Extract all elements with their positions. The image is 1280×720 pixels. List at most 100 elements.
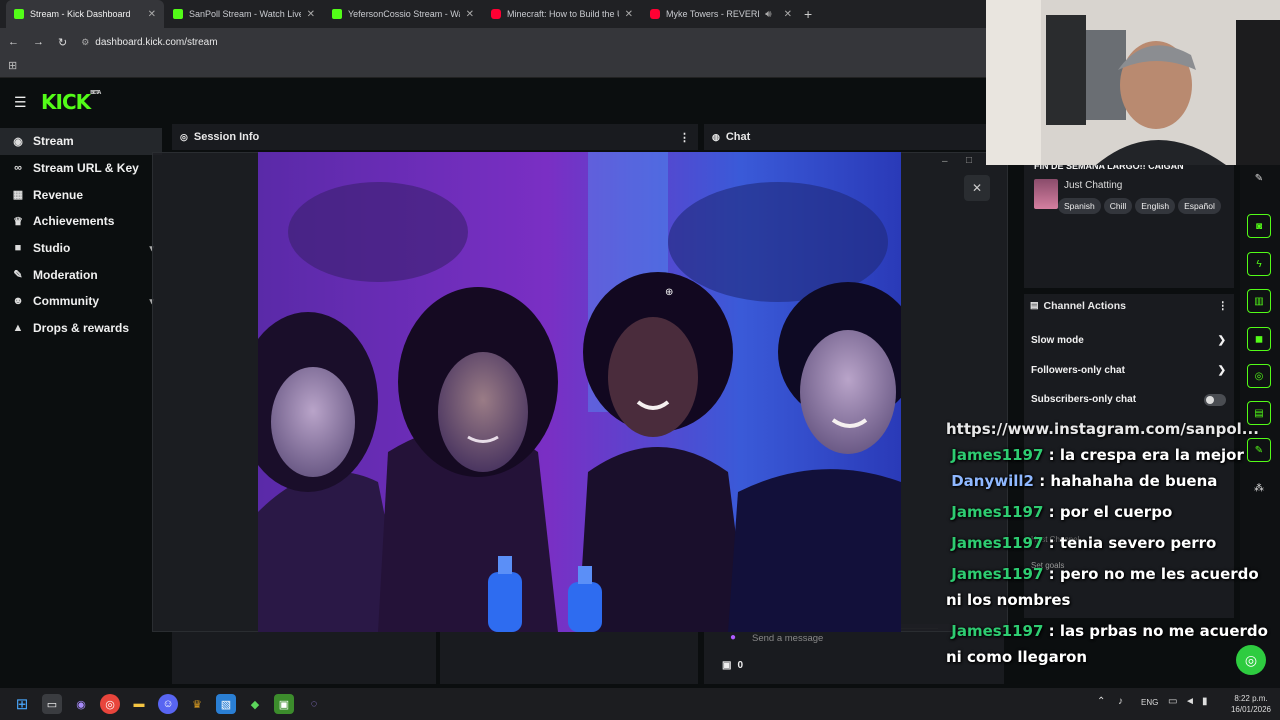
input-placeholder: Send a message <box>752 633 824 644</box>
kick-icon <box>173 9 183 19</box>
sidebar-item-label: Stream <box>33 134 74 149</box>
tag-chip[interactable]: Español <box>1178 198 1221 214</box>
subscribers-only-row[interactable]: Subscribers-only chat <box>1024 385 1234 415</box>
more-options-icon[interactable]: ⋮ <box>679 131 690 144</box>
emote-icon[interactable]: ● <box>730 632 736 643</box>
speaker-icon[interactable]: 🔊︎ <box>765 9 771 20</box>
wrench-icon: ✎ <box>13 269 23 282</box>
tab-title: Myke Towers - REVERENDO <box>666 9 759 19</box>
record-icon[interactable]: ◙ <box>1247 214 1271 238</box>
chat-message: James1197 : las prbas no me acuerdo ni c… <box>946 618 1276 670</box>
channel-actions-icon: ▤ <box>1030 300 1039 310</box>
close-tab-icon[interactable]: ✕ <box>466 9 474 20</box>
sidebar-item-studio[interactable]: ■Studio▾ <box>0 235 162 262</box>
language-indicator[interactable]: ENG <box>1141 698 1158 707</box>
clipboard-icon[interactable]: ▥ <box>1247 289 1271 313</box>
slow-mode-row[interactable]: Slow mode ❯ <box>1024 326 1234 356</box>
maximize-icon[interactable]: □ <box>966 155 972 166</box>
tab-myke-towers[interactable]: Myke Towers - REVERENDO 🔊︎ ✕ <box>642 0 800 28</box>
sidebar-nav: ◉ Stream ∞ Stream URL & Key ▦ Revenue ♛ Achi… <box>0 128 162 342</box>
tag-chip[interactable]: Chill <box>1103 198 1133 214</box>
minimize-icon[interactable]: – <box>942 156 948 167</box>
app-icon[interactable]: ◌ <box>304 694 324 714</box>
sidebar-item-achievements[interactable]: ♛ Achievements <box>0 208 162 235</box>
tab-kick-dashboard[interactable]: Stream - Kick Dashboard ✕ <box>6 0 164 28</box>
file-explorer-icon[interactable]: ▬ <box>129 694 149 714</box>
sidebar-item-stream[interactable]: ◉ Stream <box>0 128 162 155</box>
chat-icon[interactable]: ◼ <box>1247 327 1271 351</box>
sidebar-item-community[interactable]: ☻Community▾ <box>0 288 162 315</box>
close-tab-icon[interactable]: ✕ <box>307 9 315 20</box>
tray-expand-icon[interactable]: ⌃ <box>1097 696 1105 707</box>
youtube-icon <box>491 9 501 19</box>
sidebar-item-label: Studio <box>33 241 71 256</box>
sidebar-item-label: Stream URL & Key <box>33 161 139 176</box>
close-tab-icon[interactable]: ✕ <box>625 9 633 20</box>
forward-icon[interactable]: → <box>33 36 44 48</box>
url-field[interactable]: dashboard.kick.com/stream <box>95 37 217 48</box>
sidebar-item-drops-rewards[interactable]: ▲ Drops & rewards <box>0 315 162 342</box>
tag-chip[interactable]: Spanish <box>1058 198 1101 214</box>
session-stat-card <box>440 632 698 684</box>
followers-only-row[interactable]: Followers-only chat ❯ <box>1024 356 1234 386</box>
session-info-panel: ◎ Session Info ⋮ <box>172 124 698 150</box>
apps-grid-icon[interactable]: ⊞ <box>8 59 17 72</box>
chat-message: James1197 : tenia severo perro <box>946 530 1276 556</box>
chat-username: James1197 <box>951 622 1044 640</box>
app-icon[interactable]: ♛ <box>187 694 207 714</box>
clock[interactable]: 8:22 p.m. 16/01/2026 <box>1226 693 1276 715</box>
lightning-icon[interactable]: ϟ <box>1247 252 1271 276</box>
tag-list: Spanish Chill English Español <box>1058 196 1224 214</box>
windows-start-icon[interactable]: ⊞ <box>12 694 32 714</box>
minecraft-icon[interactable]: ◆ <box>245 694 265 714</box>
sidebar-item-label: Drops & rewards <box>33 321 130 336</box>
edit-icon[interactable]: ✎ <box>1247 166 1271 190</box>
app-icon[interactable]: ▧ <box>216 694 236 714</box>
close-tab-icon[interactable]: ✕ <box>784 9 792 20</box>
tab-sanpoll[interactable]: SanPoll Stream - Watch Live on ✕ <box>165 0 323 28</box>
close-tab-icon[interactable]: ✕ <box>148 9 156 20</box>
volume-icon[interactable]: ◄ <box>1185 696 1195 707</box>
sidebar-item-moderation[interactable]: ✎ Moderation <box>0 261 162 288</box>
network-icon[interactable]: ▭ <box>1168 696 1177 707</box>
zoom-cursor-icon: ⊕ <box>665 287 674 298</box>
kick-logo[interactable]: KICKBETA <box>41 90 101 114</box>
app-icon[interactable]: ▣ <box>274 694 294 714</box>
tab-yefersoncossio[interactable]: YefersonCossio Stream - Watch ✕ <box>324 0 482 28</box>
chat-username: James1197 <box>951 565 1044 583</box>
group-photo <box>258 152 901 632</box>
discord-icon[interactable]: ☺ <box>158 694 178 714</box>
back-icon[interactable]: ← <box>8 36 19 48</box>
chat-bubble-icon[interactable]: ◎ <box>1236 645 1266 675</box>
tab-minecraft[interactable]: Minecraft: How to Build the Ul ✕ <box>483 0 641 28</box>
sidebar-item-label: Revenue <box>33 187 84 202</box>
sidebar-item-stream-url-key[interactable]: ∞ Stream URL & Key <box>0 155 162 182</box>
close-viewer-icon[interactable]: ✕ <box>964 175 990 201</box>
channel-actions-list: Slow mode ❯ Followers-only chat ❯ Subscrib… <box>1024 326 1234 415</box>
reload-icon[interactable]: ↻ <box>58 36 67 49</box>
chat-text: : la crespa era la mejor <box>1043 446 1244 464</box>
tag-chip[interactable]: English <box>1135 198 1176 214</box>
sidebar-item-revenue[interactable]: ▦ Revenue <box>0 181 162 208</box>
more-options-icon[interactable]: ⋮ <box>1218 300 1229 312</box>
trophy-icon: ♛ <box>13 215 23 228</box>
bank-icon: ▦ <box>12 189 24 202</box>
chat-message: James1197 : pero no me les acuerdo ni lo… <box>946 561 1276 613</box>
chrome-icon[interactable]: ◎ <box>100 694 120 714</box>
site-info-icon[interactable]: ⚙ <box>81 37 89 48</box>
task-view-icon[interactable]: ▭ <box>42 694 62 714</box>
category-name[interactable]: Just Chatting <box>1064 180 1122 191</box>
panel-title: Channel Actions <box>1043 300 1126 312</box>
broadcast-icon[interactable]: ◎ <box>1247 364 1271 388</box>
panel-title: Chat <box>725 131 751 143</box>
battery-icon[interactable]: ▮ <box>1202 696 1208 707</box>
users-icon: ▣ <box>722 660 732 671</box>
obs-icon[interactable]: ◉ <box>71 694 91 714</box>
session-stat-card <box>172 632 436 684</box>
subscribers-only-toggle[interactable] <box>1204 393 1226 406</box>
menu-icon[interactable]: ☰ <box>14 94 27 111</box>
chat-bubble-icon: ◍ <box>712 131 720 142</box>
broadcast-icon: ◉ <box>13 135 23 148</box>
microphone-icon[interactable]: ♪ <box>1118 696 1123 707</box>
new-tab-button[interactable]: + <box>804 6 812 22</box>
